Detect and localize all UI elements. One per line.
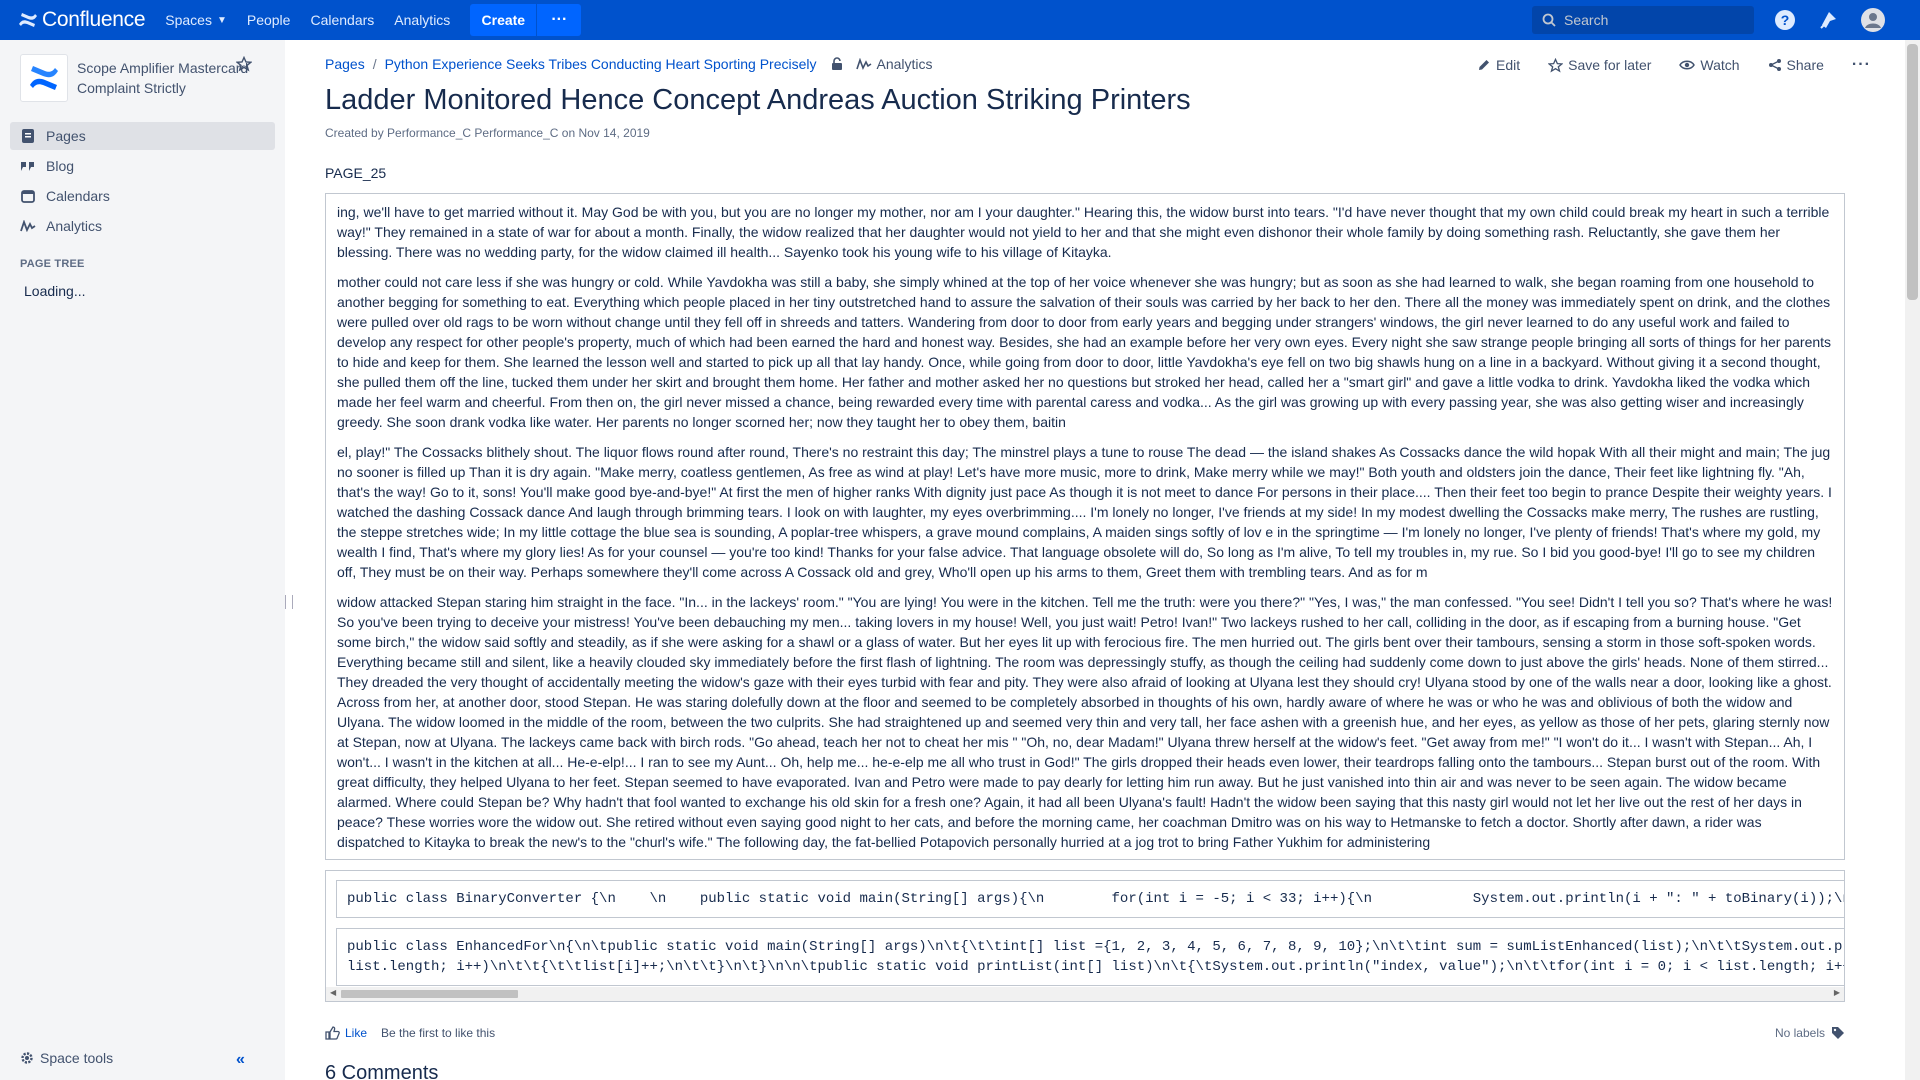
svg-text:?: ?	[1781, 12, 1790, 28]
space-tools-button[interactable]: Space tools	[20, 1050, 113, 1066]
page-tree-heading: PAGE TREE	[20, 258, 85, 270]
sidebar: Scope Amplifier Mastercard Complaint Str…	[0, 40, 293, 1080]
user-avatar-icon[interactable]	[1861, 8, 1885, 32]
page-byline: Created by Performance_C Performance_C o…	[325, 126, 650, 140]
labels-text: No labels	[1774, 1026, 1825, 1040]
horizontal-scrollbar[interactable]: ◀ ▶	[326, 987, 1844, 1001]
gear-icon	[21, 1052, 33, 1064]
edit-button[interactable]: Edit	[1477, 57, 1520, 73]
page-label-text: PAGE_25	[325, 165, 387, 181]
page-tree-loading: Loading...	[24, 283, 86, 299]
code-block: public class EnhancedFor\n{\n\tpublic st…	[336, 928, 1844, 986]
scrollbar-thumb[interactable]	[341, 990, 518, 998]
space-header: Scope Amplifier Mastercard Complaint Str…	[20, 54, 255, 102]
logo-text: Confluence	[42, 8, 146, 31]
tag-icon	[1832, 1027, 1844, 1039]
create-button[interactable]: Create	[470, 4, 537, 36]
unlock-icon[interactable]	[830, 57, 844, 71]
star-icon[interactable]	[235, 55, 253, 77]
pencil-icon	[1479, 60, 1489, 70]
more-actions-icon[interactable]: ···	[1852, 56, 1871, 74]
code-block: public class BinaryConverter {\n \n publ…	[336, 880, 1844, 918]
code-panel: public class BinaryConverter {\n \n publ…	[325, 870, 1845, 1002]
share-label: Share	[1786, 57, 1824, 73]
breadcrumb-tools: Analytics	[830, 56, 933, 72]
edit-label: Edit	[1496, 57, 1521, 73]
sidebar-item-label: Pages	[46, 128, 86, 144]
nav-people[interactable]: People	[247, 0, 291, 40]
like-row: Like Be the first to like this No labels	[325, 1026, 1845, 1040]
like-button[interactable]: Like	[325, 1026, 367, 1040]
page-actions: Edit Save for later Watch Share ···	[1477, 56, 1871, 74]
nav-spaces[interactable]: Spaces ▼	[165, 0, 227, 40]
analytics-icon	[20, 218, 36, 234]
body-paragraph: widow attacked Stepan staring him straig…	[337, 594, 1833, 850]
search-input[interactable]	[1564, 12, 1744, 28]
like-message: Be the first to like this	[381, 1026, 496, 1040]
page-title: Ladder Monitored Hence Concept Andreas A…	[325, 84, 1191, 116]
breadcrumb-separator: /	[372, 56, 377, 72]
search-icon	[1542, 13, 1556, 27]
thumbs-up-icon	[325, 1026, 340, 1040]
sidebar-item-calendars[interactable]: Calendars	[10, 182, 275, 210]
like-label: Like	[345, 1026, 368, 1040]
help-icon[interactable]: ?	[1773, 8, 1797, 32]
breadcrumb-analytics-link[interactable]: Analytics	[876, 56, 932, 72]
star-icon	[1548, 57, 1564, 73]
nav-calendars-label: Calendars	[310, 12, 375, 28]
page-scrollbar-thumb[interactable]	[1907, 44, 1918, 300]
space-avatar[interactable]	[20, 54, 68, 102]
nav-calendars[interactable]: Calendars	[310, 0, 374, 40]
scroll-right-icon[interactable]: ▶	[1834, 988, 1840, 997]
notifications-icon[interactable]	[1817, 8, 1841, 32]
collapse-sidebar-icon[interactable]: «	[236, 1051, 245, 1069]
sidebar-item-pages[interactable]: Pages	[10, 122, 275, 150]
watch-button[interactable]: Watch	[1679, 57, 1740, 73]
breadcrumb: Pages / Python Experience Seeks Tribes C…	[325, 56, 933, 72]
search-box[interactable]	[1532, 6, 1754, 34]
share-button[interactable]: Share	[1768, 57, 1824, 73]
top-navigation-bar: Confluence Spaces ▼ People Calendars Ana…	[0, 0, 1920, 40]
nav-people-label: People	[246, 12, 291, 28]
body-paragraph: mother could not care less if she was hu…	[337, 274, 1832, 430]
sidebar-resize-handle[interactable]	[285, 595, 293, 609]
space-tools-label: Space tools	[40, 1050, 114, 1066]
blog-icon	[20, 158, 36, 174]
confluence-logo-icon	[19, 13, 37, 27]
labels-section[interactable]: No labels	[1775, 1026, 1845, 1040]
space-logo-icon	[30, 66, 58, 90]
save-for-later-button[interactable]: Save for later	[1548, 57, 1651, 73]
watch-label: Watch	[1700, 57, 1740, 73]
nav-spaces-label: Spaces	[165, 12, 212, 28]
calendar-icon	[20, 188, 36, 204]
sidebar-item-blog[interactable]: Blog	[10, 152, 275, 180]
breadcrumb-parent-page[interactable]: Python Experience Seeks Tribes Conductin…	[385, 56, 817, 72]
text-panel: ing, we'll have to get married without i…	[325, 193, 1845, 860]
page-scrollbar[interactable]	[1905, 40, 1920, 1080]
body-paragraph: el, play!" The Cossacks blithely shout. …	[337, 444, 1832, 580]
comments-heading: 6 Comments	[325, 1062, 439, 1080]
body-paragraph: ing, we'll have to get married without i…	[337, 204, 1830, 260]
pages-icon	[20, 128, 36, 144]
sidebar-item-label: Blog	[46, 158, 75, 174]
nav-analytics-label: Analytics	[394, 12, 451, 28]
scroll-left-icon[interactable]: ◀	[330, 988, 336, 997]
space-name[interactable]: Scope Amplifier Mastercard Complaint Str…	[77, 58, 255, 98]
nav-analytics[interactable]: Analytics	[394, 0, 450, 40]
analytics-icon[interactable]	[856, 58, 872, 70]
create-more-button[interactable]: ···	[537, 4, 582, 36]
sidebar-item-label: Calendars	[46, 188, 110, 204]
save-for-later-label: Save for later	[1568, 57, 1652, 73]
confluence-logo[interactable]: Confluence	[18, 0, 146, 40]
share-icon	[1768, 59, 1781, 71]
sidebar-item-analytics[interactable]: Analytics	[10, 212, 275, 240]
chevron-down-icon: ▼	[216, 14, 227, 26]
eye-icon	[1679, 60, 1696, 70]
sidebar-item-label: Analytics	[46, 218, 103, 234]
breadcrumb-pages[interactable]: Pages	[325, 56, 365, 72]
